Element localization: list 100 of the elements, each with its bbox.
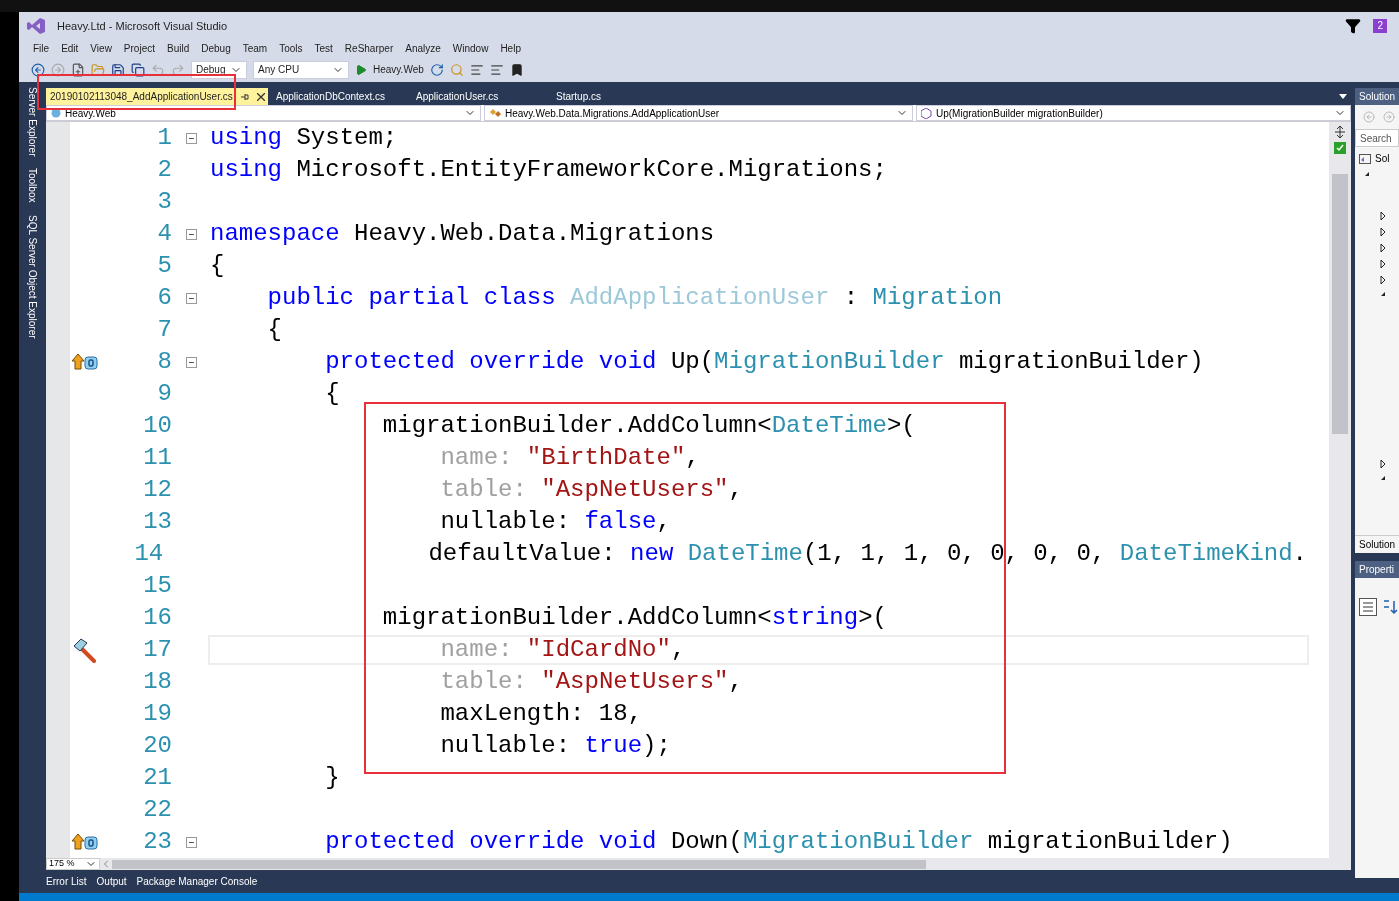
method-icon — [921, 107, 932, 119]
tool-window-tab[interactable]: Server Explorer — [25, 87, 40, 157]
menu-item[interactable]: Project — [117, 41, 161, 56]
split-icon[interactable] — [1334, 126, 1346, 138]
vertical-scrollbar[interactable] — [1329, 122, 1351, 858]
document-tab[interactable]: ApplicationDbContext.cs — [268, 88, 408, 105]
menu-item[interactable]: Team — [236, 41, 274, 56]
type-dropdown[interactable]: Heavy.Web.Data.Migrations.AddApplicationUser — [484, 105, 913, 121]
code-line: using Microsoft.EntityFrameworkCore.Migrations; — [210, 155, 887, 185]
align-icon[interactable] — [469, 62, 484, 77]
panel-tab[interactable]: Output — [96, 874, 127, 889]
code-line: maxLength: 18, — [439, 699, 643, 729]
line-number: 11 — [142, 443, 172, 473]
document-tab[interactable]: 20190102113048_AddApplicationUser.cs — [46, 88, 268, 105]
tree-item[interactable]: Sol — [1375, 151, 1390, 166]
tool-window-tab[interactable]: Toolbox — [25, 168, 40, 203]
new-file-icon[interactable] — [71, 62, 85, 77]
categorized-icon[interactable] — [1359, 598, 1377, 616]
line-number: 4 — [156, 219, 172, 249]
menu-item[interactable]: Edit — [55, 41, 85, 56]
line-number: 9 — [156, 379, 172, 409]
collapse-icon[interactable] — [185, 228, 197, 240]
menu-item[interactable]: File — [27, 41, 56, 56]
code-line: namespace Heavy.Web.Data.Migrations — [210, 219, 715, 249]
collapse-icon[interactable] — [185, 292, 197, 304]
checkmark-icon — [1334, 142, 1346, 154]
code-line: { — [324, 379, 340, 409]
code-line: migrationBuilder.AddColumn<string>( — [381, 603, 887, 633]
platform-dropdown[interactable]: Any CPU — [253, 60, 349, 79]
notification-badge[interactable]: 2 — [1373, 19, 1387, 33]
line-number: 5 — [156, 251, 172, 281]
menu-item[interactable]: Tools — [273, 41, 309, 56]
undo-icon[interactable] — [151, 62, 165, 77]
menu-item[interactable]: Test — [308, 41, 339, 56]
bookmark-icon[interactable] — [509, 62, 524, 77]
scroll-thumb[interactable] — [1332, 174, 1348, 434]
redo-icon[interactable] — [171, 62, 185, 77]
play-icon[interactable] — [355, 63, 367, 76]
line-number: 8 — [156, 347, 172, 377]
line-number: 3 — [156, 187, 172, 217]
project-dropdown[interactable]: Heavy.Web — [46, 105, 481, 121]
override-marker-icon[interactable] — [72, 833, 98, 851]
code-line: protected override void Down(MigrationBuilder migrationBuilder) — [324, 827, 1233, 857]
code-line: table: "AspNetUsers", — [439, 667, 743, 697]
pin-icon[interactable] — [240, 92, 249, 101]
collapse-icon[interactable] — [185, 836, 197, 848]
solution-icon — [1359, 153, 1371, 164]
override-marker-icon[interactable] — [72, 353, 98, 371]
panel-header: Properti — [1355, 561, 1399, 578]
panel-header: Solution — [1355, 88, 1399, 105]
member-dropdown[interactable]: Up(MigrationBuilder migrationBuilder) — [916, 105, 1351, 121]
class-icon — [489, 108, 501, 118]
configuration-dropdown[interactable]: Debug — [191, 60, 247, 79]
document-tab[interactable]: Startup.cs — [548, 88, 688, 105]
line-number: 1 — [156, 123, 172, 153]
save-all-icon[interactable] — [131, 62, 145, 77]
horizontal-scroll-thumb[interactable] — [112, 859, 926, 869]
code-line: { — [266, 315, 282, 345]
menu-item[interactable]: Build — [161, 41, 196, 56]
line-number: 6 — [156, 283, 172, 313]
collapse-icon[interactable] — [185, 132, 197, 144]
hammer-icon[interactable] — [72, 637, 98, 663]
line-number: 10 — [142, 411, 172, 441]
code-line: { — [210, 251, 225, 281]
line-number: 22 — [142, 795, 172, 825]
sort-icon[interactable] — [1381, 598, 1399, 616]
refresh-icon[interactable] — [429, 62, 444, 77]
zoom-dropdown[interactable]: 175 % — [46, 858, 100, 870]
line-number: 14 — [133, 539, 164, 569]
search-field[interactable]: Search — [1355, 129, 1399, 147]
collapse-icon[interactable] — [185, 356, 197, 368]
back-icon[interactable] — [31, 62, 45, 77]
solution-explorer-tab[interactable]: Solution — [1355, 535, 1399, 553]
code-line: nullable: true); — [439, 731, 671, 761]
close-icon[interactable] — [256, 92, 265, 101]
code-line: name: "BirthDate", — [439, 443, 700, 473]
menu-item[interactable]: ReSharper — [338, 41, 400, 56]
start-button[interactable]: Heavy.Web — [373, 62, 424, 77]
line-number: 13 — [142, 507, 172, 537]
panel-tab[interactable]: Package Manager Console — [136, 874, 258, 889]
code-line: nullable: false, — [439, 507, 671, 537]
document-tab[interactable]: ApplicationUser.cs — [408, 88, 548, 105]
tool-window-tab[interactable]: SQL Server Object Explorer — [25, 214, 40, 339]
save-icon[interactable] — [111, 62, 125, 77]
menu-item[interactable]: Help — [494, 41, 527, 56]
menu-item[interactable]: Window — [446, 41, 495, 56]
indent-icon[interactable] — [489, 62, 504, 77]
line-number: 20 — [142, 731, 172, 761]
tab-list-icon[interactable] — [1339, 94, 1347, 99]
code-line: table: "AspNetUsers", — [439, 475, 743, 505]
menu-item[interactable]: Analyze — [399, 41, 447, 56]
filter-icon[interactable] — [1345, 18, 1362, 34]
menu-item[interactable]: View — [84, 41, 118, 56]
code-line: } — [324, 763, 340, 793]
menu-item[interactable]: Debug — [195, 41, 237, 56]
forward-icon[interactable] — [51, 62, 65, 77]
code-line: name: "IdCardNo", — [439, 635, 686, 665]
open-folder-icon[interactable] — [91, 62, 105, 77]
panel-tab[interactable]: Error List — [46, 874, 87, 889]
window-title: Heavy.Ltd - Microsoft Visual Studio — [57, 18, 228, 34]
